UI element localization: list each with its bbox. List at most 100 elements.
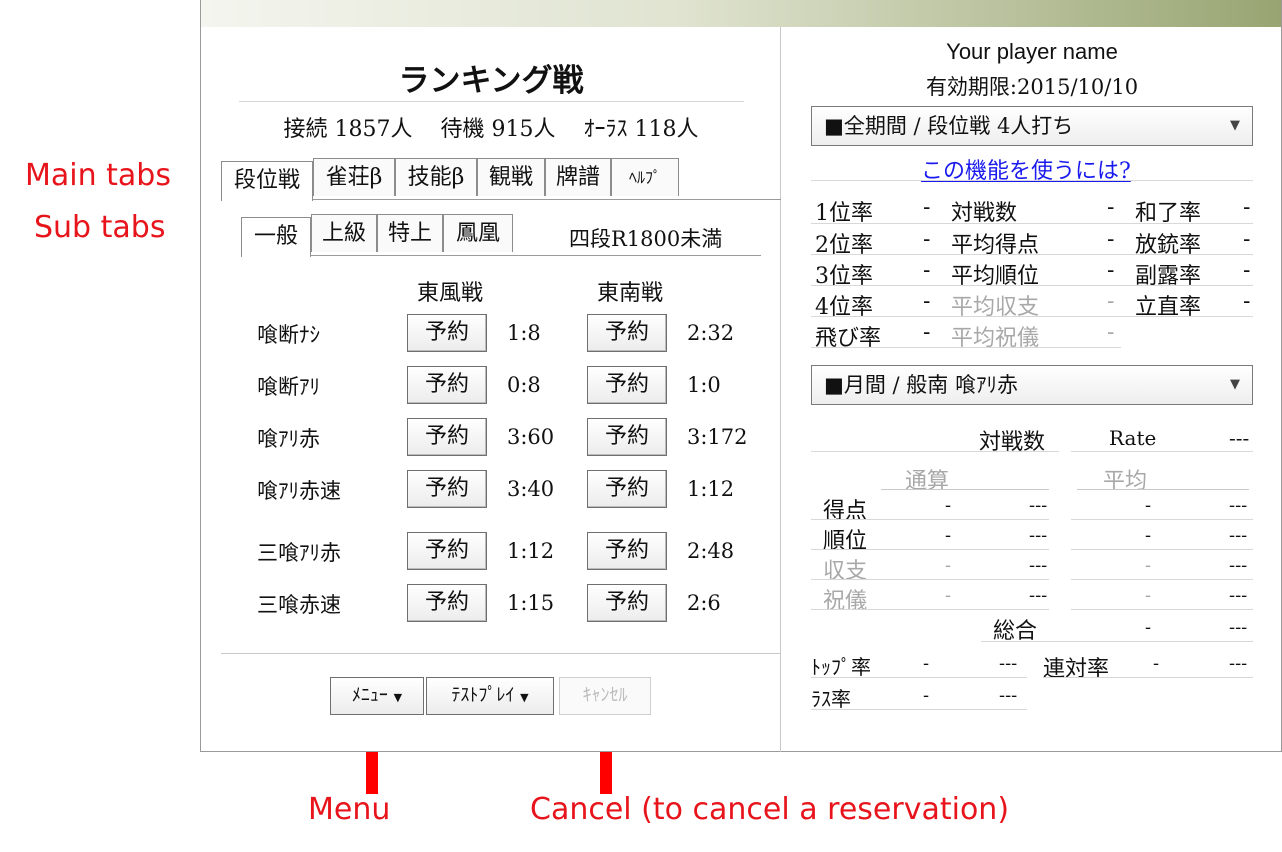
rank-requirement: 四段R1800未満 <box>569 227 723 251</box>
stat-value: - <box>923 289 931 314</box>
annotation-menu: Menu <box>308 792 391 827</box>
reserve-south-button[interactable]: 予約 <box>587 532 667 570</box>
main-tabs-baseline <box>313 199 781 200</box>
stat-value: - <box>1107 320 1115 345</box>
top-rate-label: ﾄｯﾌﾟ率 <box>811 655 871 679</box>
stats-rule <box>811 223 1253 224</box>
detail-value: - <box>945 525 952 546</box>
renpai-rate-value: - <box>1153 653 1160 674</box>
average-header: 平均 <box>1103 469 1148 494</box>
tab-watch[interactable]: 観戦 <box>477 158 545 196</box>
east-count: 1:15 <box>507 591 555 615</box>
stats-rule <box>811 316 1253 317</box>
reserve-south-button[interactable]: 予約 <box>587 584 667 622</box>
reserve-east-button[interactable]: 予約 <box>407 532 487 570</box>
detail-rule <box>811 609 1049 610</box>
period-select-value: ■全期間 / 段位戦 4人打ち <box>824 114 1074 138</box>
row-label: 喰断ﾅｼ <box>257 323 320 347</box>
reserve-south-button[interactable]: 予約 <box>587 418 667 456</box>
south-count: 2:48 <box>687 539 735 563</box>
last-rate-value: --- <box>999 685 1018 706</box>
detail-rule <box>1071 549 1253 550</box>
header-rule <box>1077 489 1249 490</box>
east-count: 0:8 <box>507 373 541 397</box>
reserve-east-button[interactable]: 予約 <box>407 314 487 352</box>
row-label: 喰断ｱﾘ <box>257 375 320 399</box>
detail-rule <box>811 519 1049 520</box>
stat-value: - <box>923 227 931 252</box>
cancel-button[interactable]: ｷｬﾝｾﾙ <box>559 677 651 715</box>
menu-button[interactable]: ﾒﾆｭｰ ▼ <box>330 677 424 715</box>
tab-janso[interactable]: 雀荘β <box>313 158 395 196</box>
top-rate-value: --- <box>999 653 1018 674</box>
stat-value: - <box>1107 258 1115 283</box>
last-rate-rule <box>811 709 1027 710</box>
reserve-east-button[interactable]: 予約 <box>407 584 487 622</box>
subtab-phoenix[interactable]: 鳳凰 <box>443 214 513 252</box>
column-east: 東風戦 <box>417 281 484 306</box>
reserve-east-button[interactable]: 予約 <box>407 418 487 456</box>
rate-label: Rate <box>1109 426 1157 450</box>
stats-rule <box>811 285 1253 286</box>
stat-value: - <box>923 320 931 345</box>
detail-value: - <box>945 495 952 516</box>
detail-label: 祝儀 <box>823 589 868 614</box>
south-count: 1:0 <box>687 373 721 397</box>
waiting-count: 待機 915人 <box>440 117 556 142</box>
subtab-special[interactable]: 特上 <box>377 214 443 252</box>
row-label: 三喰ｱﾘ赤 <box>257 541 341 565</box>
detail-label: 得点 <box>823 499 868 524</box>
overall-value: --- <box>1229 617 1248 638</box>
title-divider <box>239 101 744 102</box>
player-name: Your player name <box>946 39 1118 64</box>
detail-value: - <box>1145 495 1152 516</box>
overall-value: - <box>1145 617 1152 638</box>
detail-value: --- <box>1229 585 1248 606</box>
reserve-east-button[interactable]: 予約 <box>407 366 487 404</box>
testplay-button-label: ﾃｽﾄﾌﾟﾚｲ <box>451 685 515 706</box>
detail-label: 収支 <box>823 559 868 584</box>
south-count: 3:172 <box>687 425 748 449</box>
row-label: 喰ｱﾘ赤 <box>257 427 320 451</box>
reserve-east-button[interactable]: 予約 <box>407 470 487 508</box>
stat-value: - <box>1107 195 1115 220</box>
bottom-divider <box>221 653 781 654</box>
sub-tabs-baseline <box>311 255 761 256</box>
detail-value: --- <box>1029 525 1048 546</box>
reserve-south-button[interactable]: 予約 <box>587 366 667 404</box>
stats-rule <box>811 347 1121 348</box>
month-select[interactable]: ■月間 / 般南 喰ｱﾘ赤 ▼ <box>811 365 1253 405</box>
annotation-cancel: Cancel (to cancel a reservation) <box>530 792 1010 827</box>
detail-value: --- <box>1229 495 1248 516</box>
subtab-general[interactable]: 一般 <box>241 217 311 257</box>
row-label: 喰ｱﾘ赤速 <box>257 479 341 503</box>
header-rule <box>881 489 1049 490</box>
tab-paifu[interactable]: 牌譜 <box>545 158 611 196</box>
detail-value: --- <box>1029 495 1048 516</box>
detail-value: - <box>945 585 952 606</box>
tab-dan[interactable]: 段位戦 <box>221 161 313 201</box>
period-select[interactable]: ■全期間 / 段位戦 4人打ち ▼ <box>811 106 1253 146</box>
testplay-button[interactable]: ﾃｽﾄﾌﾟﾚｲ ▼ <box>426 677 554 715</box>
stat-value: - <box>1243 227 1251 252</box>
chevron-down-icon: ▼ <box>520 691 529 704</box>
rates-rule <box>1043 677 1253 678</box>
menu-button-label: ﾒﾆｭｰ <box>351 685 388 706</box>
player-counts: 接続 1857人 待機 915人 ｵｰﾗｽ 118人 <box>201 111 781 143</box>
overall-rule <box>981 641 1253 642</box>
detail-rule <box>811 549 1049 550</box>
stat-value: - <box>1243 195 1251 220</box>
tab-ginou[interactable]: 技能β <box>395 158 477 196</box>
totals-header: 通算 <box>905 469 950 494</box>
stat-value: - <box>923 195 931 220</box>
expiry-date: 有効期限:2015/10/10 <box>925 75 1139 99</box>
tab-help[interactable]: ﾍﾙﾌﾟ <box>611 158 679 196</box>
detail-value: - <box>1145 555 1152 576</box>
reserve-south-button[interactable]: 予約 <box>587 314 667 352</box>
stats-rule <box>811 254 1253 255</box>
app-window: ランキング戦 接続 1857人 待機 915人 ｵｰﾗｽ 118人 段位戦 雀荘… <box>200 0 1282 752</box>
stat-value: - <box>1107 289 1115 314</box>
reserve-south-button[interactable]: 予約 <box>587 470 667 508</box>
detail-value: --- <box>1229 525 1248 546</box>
subtab-upper[interactable]: 上級 <box>311 214 377 252</box>
